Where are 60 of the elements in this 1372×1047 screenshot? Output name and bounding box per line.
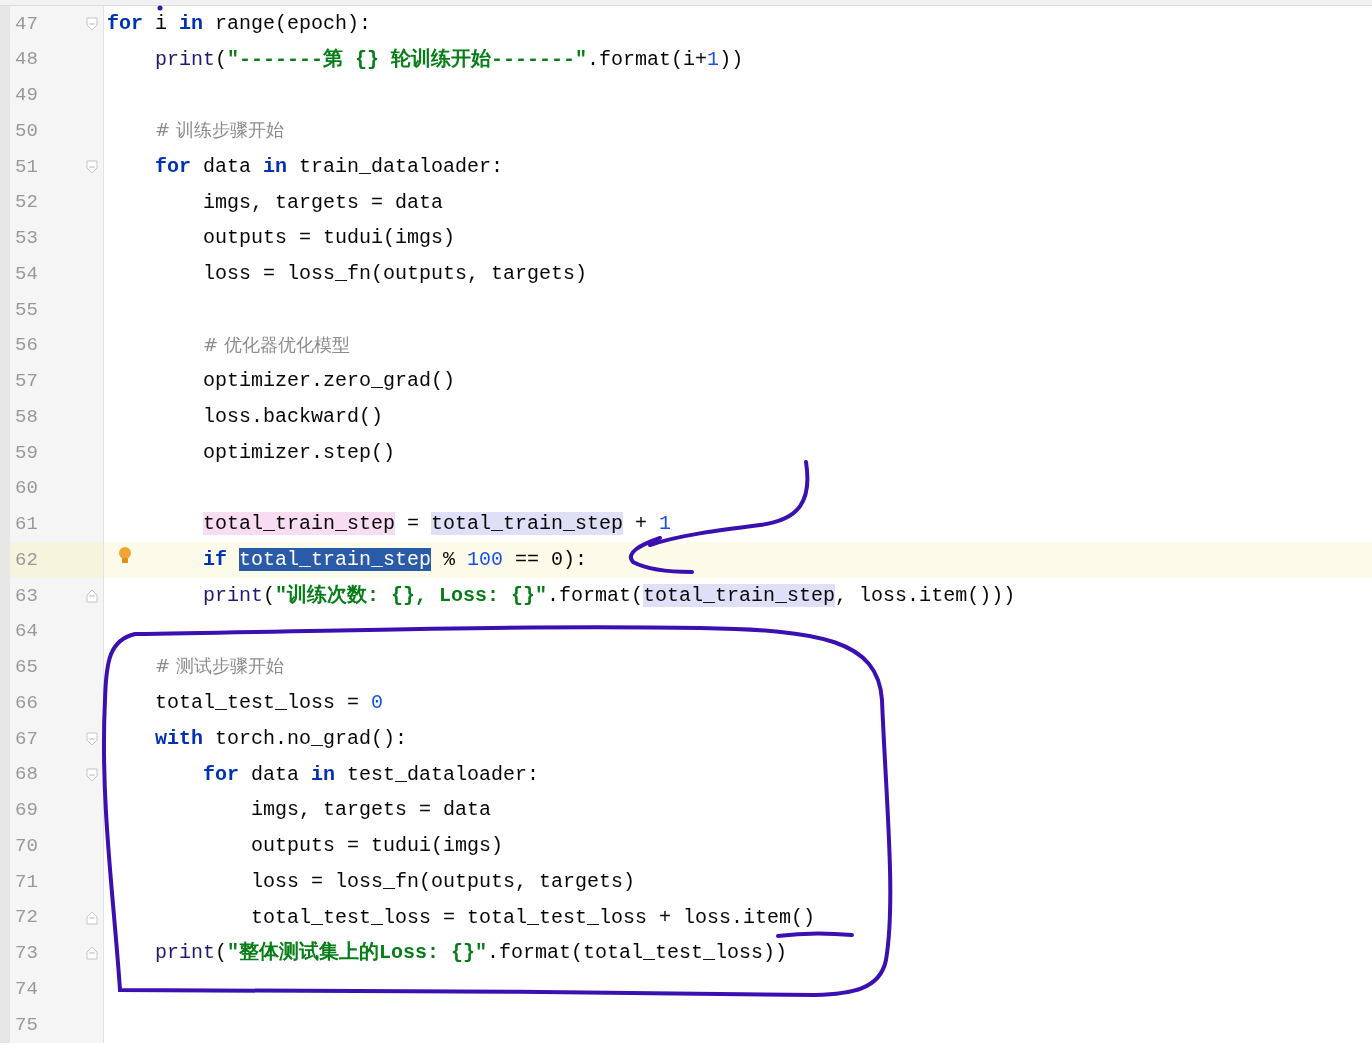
code-line: loss = loss_fn(outputs, targets) bbox=[202, 261, 588, 288]
annotation-dot bbox=[157, 5, 163, 11]
line-number: 71 bbox=[14, 869, 39, 895]
line-number: 75 bbox=[14, 1012, 39, 1038]
line-number: 69 bbox=[14, 798, 39, 824]
code-line: optimizer.zero_grad() bbox=[202, 368, 456, 395]
code-line: loss = loss_fn(outputs, targets) bbox=[250, 868, 636, 895]
code-line: print("训练次数: {}, Loss: {}".format(total_train_step, loss.item())) bbox=[202, 582, 1016, 609]
line-number: 59 bbox=[14, 440, 39, 466]
line-number: 73 bbox=[14, 941, 39, 967]
code-line: if total_train_step % 100 == 0): bbox=[202, 547, 588, 574]
line-number: 47 bbox=[14, 11, 39, 37]
line-number: 74 bbox=[14, 976, 39, 1002]
code-line: imgs, targets = data bbox=[202, 189, 444, 216]
code-line: outputs = tudui(imgs) bbox=[250, 833, 504, 860]
code-line: total_test_loss = 0 bbox=[154, 690, 384, 717]
code-line: for data in test_dataloader: bbox=[202, 761, 540, 788]
line-number: 65 bbox=[14, 655, 39, 681]
line-number: 51 bbox=[14, 154, 39, 180]
line-number: 48 bbox=[14, 47, 39, 73]
line-number: 66 bbox=[14, 690, 39, 716]
fold-marker-icon[interactable] bbox=[86, 910, 98, 925]
line-number: 62 bbox=[14, 547, 39, 573]
code-line: optimizer.step() bbox=[202, 439, 396, 466]
code-line: for i in range(epoch): bbox=[106, 10, 372, 37]
line-number: 54 bbox=[14, 261, 39, 287]
fold-marker-icon[interactable] bbox=[86, 731, 98, 746]
code-line: total_test_loss = total_test_loss + loss.item() bbox=[250, 904, 816, 931]
fold-marker-icon[interactable] bbox=[86, 767, 98, 782]
line-number: 61 bbox=[14, 512, 39, 538]
code-line: total_train_step = total_train_step + 1 bbox=[202, 511, 672, 538]
line-number: 57 bbox=[14, 369, 39, 395]
line-number: 63 bbox=[14, 583, 39, 609]
line-number: 49 bbox=[14, 83, 39, 109]
line-number: 70 bbox=[14, 833, 39, 859]
code-line: # 优化器优化模型 bbox=[202, 332, 350, 357]
line-number: 60 bbox=[14, 476, 39, 502]
line-number: 72 bbox=[14, 905, 39, 931]
line-number: 55 bbox=[14, 297, 39, 323]
code-line: # 训练步骤开始 bbox=[154, 118, 284, 143]
fold-marker-icon[interactable] bbox=[86, 946, 98, 961]
line-number: 68 bbox=[14, 762, 39, 788]
code-line: print("-------第 {} 轮训练开始-------".format(i+1)) bbox=[154, 46, 744, 73]
line-number: 50 bbox=[14, 118, 39, 144]
code-line: imgs, targets = data bbox=[250, 797, 492, 824]
line-number: 56 bbox=[14, 333, 39, 359]
code-line: loss.backward() bbox=[202, 404, 384, 431]
code-line: # 测试步骤开始 bbox=[154, 654, 284, 679]
line-number: 64 bbox=[14, 619, 39, 645]
line-number: 67 bbox=[14, 726, 39, 752]
fold-marker-icon[interactable] bbox=[86, 588, 98, 603]
fold-marker-icon[interactable] bbox=[86, 159, 98, 174]
line-number: 53 bbox=[14, 226, 39, 252]
line-number: 52 bbox=[14, 190, 39, 216]
code-line: print("整体测试集上的Loss: {}".format(total_test_loss)) bbox=[154, 940, 788, 967]
line-number: 58 bbox=[14, 404, 39, 430]
fold-marker-icon[interactable] bbox=[86, 16, 98, 31]
code-line: with torch.no_grad(): bbox=[154, 725, 408, 752]
code-line: outputs = tudui(imgs) bbox=[202, 225, 456, 252]
code-line: for data in train_dataloader: bbox=[154, 153, 504, 180]
